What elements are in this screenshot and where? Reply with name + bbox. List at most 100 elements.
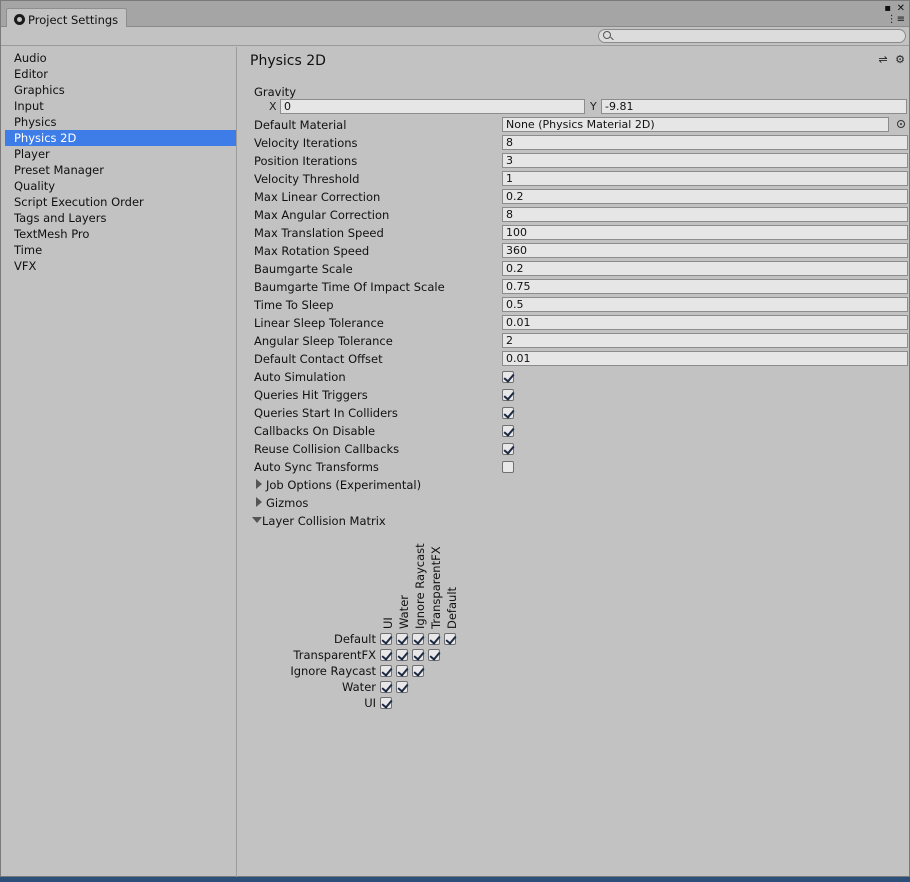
time-to-sleep-field[interactable]: 0.5 (502, 297, 908, 312)
layer-collision-matrix-foldout[interactable]: Layer Collision Matrix (252, 512, 908, 530)
callbacks-on-disable-label: Callbacks On Disable (254, 424, 376, 438)
default-contact-offset-field[interactable]: 0.01 (502, 351, 908, 366)
baumgarte-time-of-impact-scale-field[interactable]: 0.75 (502, 279, 908, 294)
matrix-checkbox[interactable] (396, 649, 408, 661)
callbacks-on-disable-row: Callbacks On Disable (254, 422, 908, 440)
sidebar-item-time[interactable]: Time (5, 242, 236, 258)
sidebar-item-preset-manager[interactable]: Preset Manager (5, 162, 236, 178)
max-angular-correction-label: Max Angular Correction (254, 208, 390, 222)
object-picker-icon[interactable] (897, 120, 905, 128)
velocity-threshold-field[interactable]: 1 (502, 171, 908, 186)
linear-sleep-tolerance-row: Linear Sleep Tolerance 0.01 (254, 314, 908, 332)
angular-sleep-tolerance-field[interactable]: 2 (502, 333, 908, 348)
matrix-checkbox[interactable] (380, 649, 392, 661)
matrix-checkbox[interactable] (412, 649, 424, 661)
matrix-row-transparentfx: TransparentFX (293, 648, 376, 662)
matrix-checkbox[interactable] (412, 665, 424, 677)
linear-sleep-tolerance-field[interactable]: 0.01 (502, 315, 908, 330)
matrix-checkbox[interactable] (380, 697, 392, 709)
max-rotation-speed-row: Max Rotation Speed 360 (254, 242, 908, 260)
max-linear-correction-field[interactable]: 0.2 (502, 189, 908, 204)
sidebar-item-physics-2d[interactable]: Physics 2D (5, 130, 236, 146)
queries-start-in-colliders-checkbox[interactable] (502, 407, 514, 419)
default-material-row: Default Material None (Physics Material … (254, 116, 908, 134)
velocity-iterations-row: Velocity Iterations 8 (254, 134, 908, 152)
default-material-label: Default Material (254, 118, 347, 132)
queries-hit-triggers-checkbox[interactable] (502, 389, 514, 401)
linear-sleep-tolerance-label: Linear Sleep Tolerance (254, 316, 384, 330)
sidebar-item-vfx[interactable]: VFX (5, 258, 236, 274)
project-settings-window: Project Settings ▪ ✕ ⋮≡ Audio Editor Graph… (0, 0, 910, 877)
gear-icon (14, 14, 25, 25)
sidebar-item-editor[interactable]: Editor (5, 66, 236, 82)
gravity-y-label: Y (590, 100, 597, 113)
time-to-sleep-label: Time To Sleep (254, 298, 334, 312)
physics2d-panel: Physics 2D ⇌ ⚙ Gravity X 0 Y -9.81 Defau… (238, 47, 909, 877)
baumgarte-scale-row: Baumgarte Scale 0.2 (254, 260, 908, 278)
matrix-column-transparentfx: TransparentFX (429, 546, 443, 629)
matrix-row-ui: UI (364, 696, 376, 710)
triangle-down-icon[interactable] (252, 517, 262, 523)
triangle-right-icon[interactable] (256, 497, 262, 507)
sidebar-item-player[interactable]: Player (5, 146, 236, 162)
gravity-x-field[interactable]: 0 (280, 99, 585, 114)
matrix-checkbox[interactable] (428, 649, 440, 661)
matrix-checkbox[interactable] (412, 633, 424, 645)
matrix-checkbox[interactable] (380, 633, 392, 645)
tab-project-settings[interactable]: Project Settings (6, 8, 127, 28)
time-to-sleep-row: Time To Sleep 0.5 (254, 296, 908, 314)
velocity-threshold-label: Velocity Threshold (254, 172, 360, 186)
max-linear-correction-row: Max Linear Correction 0.2 (254, 188, 908, 206)
gravity-y-field[interactable]: -9.81 (601, 99, 907, 114)
max-angular-correction-row: Max Angular Correction 8 (254, 206, 908, 224)
matrix-checkbox[interactable] (380, 665, 392, 677)
gizmos-foldout[interactable]: Gizmos (254, 494, 908, 512)
angular-sleep-tolerance-label: Angular Sleep Tolerance (254, 334, 393, 348)
matrix-checkbox[interactable] (444, 633, 456, 645)
position-iterations-field[interactable]: 3 (502, 153, 908, 168)
queries-hit-triggers-row: Queries Hit Triggers (254, 386, 908, 404)
sidebar-item-input[interactable]: Input (5, 98, 236, 114)
preset-settings-icon[interactable]: ⇌ ⚙ (878, 53, 907, 66)
maximize-icon[interactable]: ▪ (884, 4, 891, 14)
close-icon[interactable]: ✕ (897, 4, 905, 14)
queries-hit-triggers-label: Queries Hit Triggers (254, 388, 368, 402)
sidebar-item-tags-and-layers[interactable]: Tags and Layers (5, 210, 236, 226)
matrix-checkbox[interactable] (396, 633, 408, 645)
matrix-checkbox[interactable] (428, 633, 440, 645)
callbacks-on-disable-checkbox[interactable] (502, 425, 514, 437)
max-linear-correction-label: Max Linear Correction (254, 190, 381, 204)
sidebar-item-script-execution-order[interactable]: Script Execution Order (5, 194, 236, 210)
sidebar-item-audio[interactable]: Audio (5, 50, 236, 66)
position-iterations-label: Position Iterations (254, 154, 358, 168)
reuse-collision-callbacks-label: Reuse Collision Callbacks (254, 442, 400, 456)
auto-sync-transforms-row: Auto Sync Transforms (254, 458, 908, 476)
auto-sync-transforms-checkbox[interactable] (502, 461, 514, 473)
triangle-right-icon[interactable] (256, 479, 262, 489)
job-options-experimental-foldout[interactable]: Job Options (Experimental) (254, 476, 908, 494)
search-input[interactable] (598, 29, 906, 43)
default-material-field[interactable]: None (Physics Material 2D) (502, 117, 889, 132)
layer-collision-matrix-label: Layer Collision Matrix (262, 514, 386, 528)
max-angular-correction-field[interactable]: 8 (502, 207, 908, 222)
sidebar-item-physics[interactable]: Physics (5, 114, 236, 130)
matrix-checkbox[interactable] (380, 681, 392, 693)
baumgarte-time-of-impact-scale-row: Baumgarte Time Of Impact Scale 0.75 (254, 278, 908, 296)
sidebar-item-textmesh-pro[interactable]: TextMesh Pro (5, 226, 236, 242)
matrix-checkbox[interactable] (396, 665, 408, 677)
max-rotation-speed-field[interactable]: 360 (502, 243, 908, 258)
velocity-iterations-field[interactable]: 8 (502, 135, 908, 150)
matrix-checkbox[interactable] (396, 681, 408, 693)
max-translation-speed-field[interactable]: 100 (502, 225, 908, 240)
auto-simulation-checkbox[interactable] (502, 371, 514, 383)
menu-icon[interactable]: ⋮≡ (887, 15, 905, 25)
gizmos-label: Gizmos (266, 496, 309, 510)
auto-sync-transforms-label: Auto Sync Transforms (254, 460, 379, 474)
matrix-row-water: Water (342, 680, 376, 694)
sidebar-item-graphics[interactable]: Graphics (5, 82, 236, 98)
sidebar-item-quality[interactable]: Quality (5, 178, 236, 194)
baumgarte-scale-field[interactable]: 0.2 (502, 261, 908, 276)
position-iterations-row: Position Iterations 3 (254, 152, 908, 170)
page-title: Physics 2D (250, 53, 326, 69)
reuse-collision-callbacks-checkbox[interactable] (502, 443, 514, 455)
